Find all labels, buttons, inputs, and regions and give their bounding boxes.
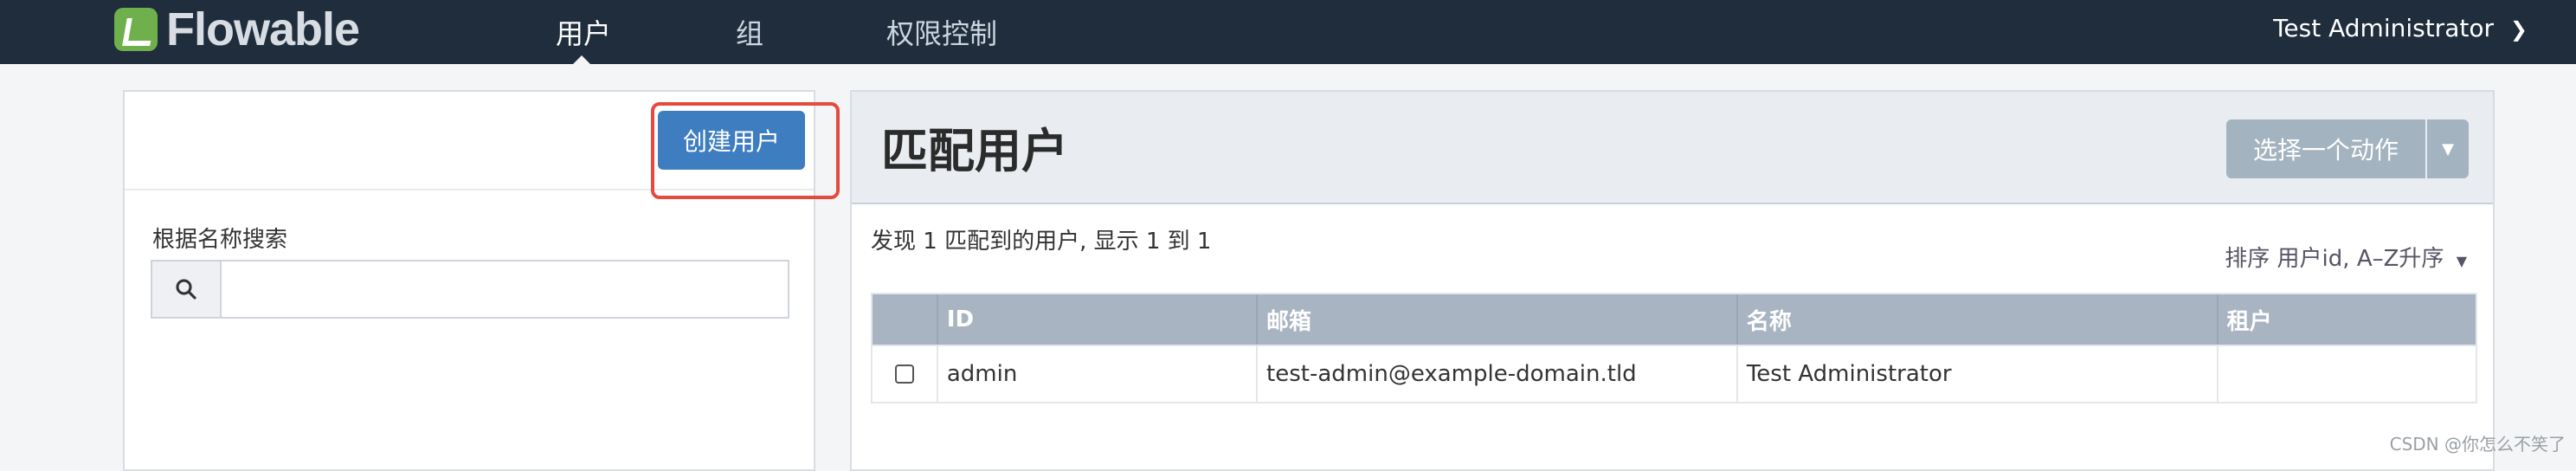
flowable-logo-icon (114, 8, 158, 51)
search-icon (152, 261, 222, 317)
right-panel: 匹配用户 选择一个动作 ▼ 发现 1 匹配到的用户, 显示 1 到 1 排序 用… (850, 90, 2495, 471)
flowable-logo[interactable]: Flowable (114, 3, 360, 55)
sort-dropdown[interactable]: 排序 用户id, A–Z升序 ▼ (2225, 241, 2467, 273)
select-column (873, 294, 938, 345)
column-name[interactable]: 名称 (1738, 294, 2219, 345)
top-navbar: Flowable 用户 组 权限控制 Test Administrator ❯ (0, 0, 2576, 66)
search-label: 根据名称搜索 (152, 227, 288, 253)
sort-caret-icon: ▼ (2456, 253, 2467, 269)
flowable-logo-text: Flowable (166, 3, 360, 55)
users-table: ID 邮箱 名称 租户 admin test-admin@example-dom… (871, 293, 2477, 403)
search-group (151, 260, 789, 319)
caret-down-icon[interactable]: ▼ (2427, 119, 2469, 178)
column-id[interactable]: ID (938, 294, 1259, 345)
column-email[interactable]: 邮箱 (1258, 294, 1738, 345)
column-tenant[interactable]: 租户 (2219, 294, 2476, 345)
cell-tenant (2219, 346, 2476, 402)
page-title: 匹配用户 (881, 124, 1068, 178)
nav-item-privileges[interactable]: 权限控制 (886, 12, 997, 52)
cell-email: test-admin@example-domain.tld (1258, 346, 1738, 402)
table-header: ID 邮箱 名称 租户 (873, 294, 2476, 345)
active-tab-caret-icon (571, 55, 592, 66)
row-checkbox-cell (873, 346, 938, 402)
sort-label: 排序 用户id, A–Z升序 (2225, 246, 2444, 272)
right-panel-header: 匹配用户 选择一个动作 ▼ (852, 92, 2493, 204)
search-input[interactable] (222, 261, 788, 317)
highlight-box (651, 102, 840, 199)
row-checkbox[interactable] (894, 365, 914, 384)
nav-item-groups[interactable]: 组 (736, 12, 763, 52)
nav-item-users[interactable]: 用户 (556, 12, 611, 52)
user-menu[interactable]: Test Administrator ❯ (2273, 14, 2528, 42)
cell-name: Test Administrator (1738, 346, 2219, 402)
user-menu-label: Test Administrator (2273, 14, 2494, 42)
chevron-down-icon: ❯ (2509, 17, 2528, 42)
watermark: CSDN @你怎么不笑了 (2389, 434, 2566, 455)
choose-action-button[interactable]: 选择一个动作 (2226, 119, 2425, 178)
cell-id: admin (938, 346, 1259, 402)
table-row[interactable]: admin test-admin@example-domain.tld Test… (873, 345, 2476, 402)
results-summary: 发现 1 匹配到的用户, 显示 1 到 1 (871, 229, 1212, 255)
